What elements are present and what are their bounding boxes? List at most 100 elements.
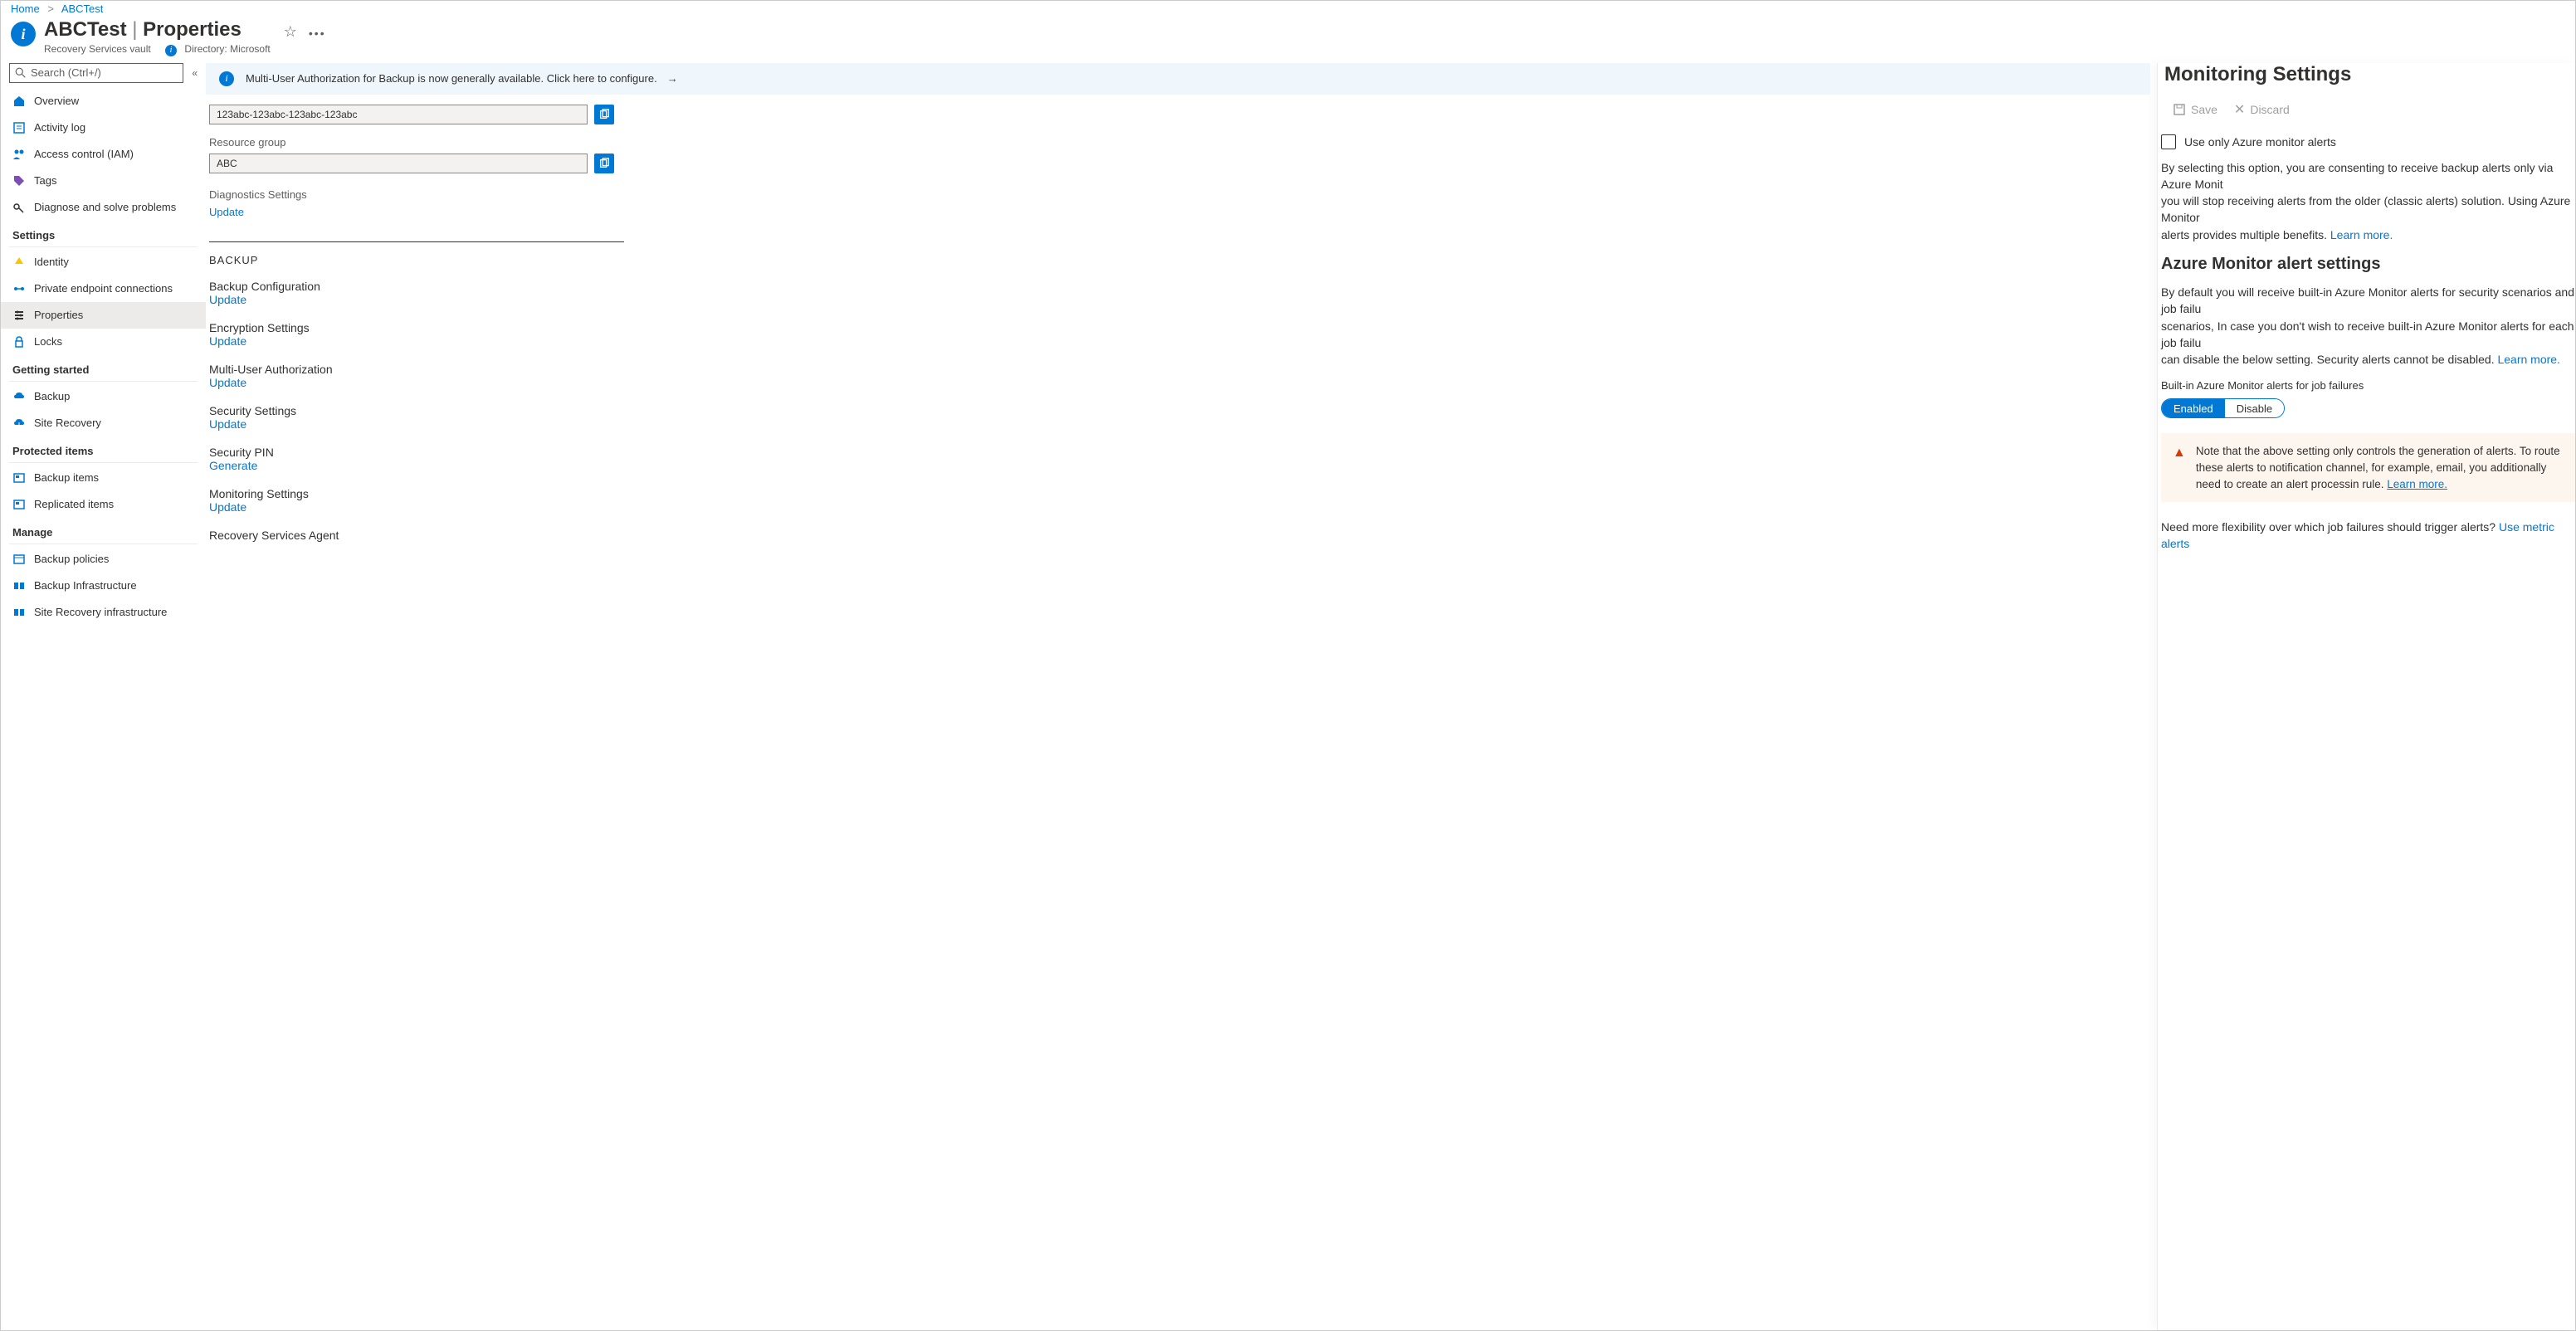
panel-footer-text: Need more flexibility over which job fai… xyxy=(2161,519,2575,553)
nav-backup-infra[interactable]: Backup Infrastructure xyxy=(1,573,206,599)
arrow-right-icon: → xyxy=(667,72,678,85)
overview-icon xyxy=(12,95,26,108)
text: scenarios, In case you don't wish to rec… xyxy=(2161,319,2574,349)
nav-replicated-items[interactable]: Replicated items xyxy=(1,491,206,518)
nav-divider xyxy=(9,381,198,382)
nav-access-control[interactable]: Access control (IAM) xyxy=(1,141,206,168)
discard-button[interactable]: ✕ Discard xyxy=(2234,101,2290,118)
search-input[interactable]: Search (Ctrl+/) xyxy=(9,63,183,83)
nav-label: Private endpoint connections xyxy=(34,282,173,295)
nav-label: Overview xyxy=(34,95,79,107)
title-page: Properties xyxy=(143,18,242,41)
info-icon: i xyxy=(219,71,234,86)
toggle-disable[interactable]: Disable xyxy=(2225,399,2284,417)
copy-button[interactable] xyxy=(594,154,614,173)
nav-backup-policies[interactable]: Backup policies xyxy=(1,546,206,573)
breadcrumb: Home > ABCTest xyxy=(1,1,2575,18)
panel-title: Monitoring Settings xyxy=(2158,63,2575,96)
backup-policies-icon xyxy=(12,553,26,566)
replicated-items-icon xyxy=(12,498,26,511)
search-placeholder: Search (Ctrl+/) xyxy=(31,66,101,79)
warning-box: ▲ Note that the above setting only contr… xyxy=(2161,433,2575,502)
nav-private-endpoint[interactable]: Private endpoint connections xyxy=(1,275,206,302)
nav-site-recovery[interactable]: Site Recovery xyxy=(1,410,206,436)
backup-section-header: BACKUP xyxy=(209,254,837,266)
main-content: i Multi-User Authorization for Backup is… xyxy=(206,63,2157,1331)
nav-label: Properties xyxy=(34,309,83,321)
subtitle-type: Recovery Services vault xyxy=(44,43,151,55)
nav-header-protected: Protected items xyxy=(1,436,206,461)
banner-text: Multi-User Authorization for Backup is n… xyxy=(246,72,657,85)
copy-button[interactable] xyxy=(594,105,614,124)
save-button[interactable]: Save xyxy=(2173,103,2217,116)
nav-locks[interactable]: Locks xyxy=(1,329,206,355)
nav-site-recovery-infra[interactable]: Site Recovery infrastructure xyxy=(1,599,206,626)
property-action-link[interactable]: Update xyxy=(209,500,246,514)
property-title: Security PIN xyxy=(209,446,837,459)
favorite-star-icon[interactable]: ☆ xyxy=(284,23,297,41)
use-only-azure-monitor-checkbox[interactable] xyxy=(2161,134,2176,149)
diag-update-link[interactable]: Update xyxy=(209,206,244,218)
lock-icon xyxy=(12,335,26,349)
property-action-link[interactable]: Update xyxy=(209,293,246,306)
copy-icon xyxy=(598,109,610,120)
learn-more-link[interactable]: Learn more. xyxy=(2497,353,2559,366)
page-subtitle: Recovery Services vault i Directory: Mic… xyxy=(44,43,271,56)
resource-id-field[interactable]: 123abc-123abc-123abc-123abc xyxy=(209,105,588,124)
nav-label: Diagnose and solve problems xyxy=(34,201,176,213)
property-action-link[interactable]: Update xyxy=(209,376,246,389)
save-icon xyxy=(2173,103,2186,116)
search-icon xyxy=(15,67,26,78)
nav-header-settings: Settings xyxy=(1,221,206,245)
nav-header-getting-started: Getting started xyxy=(1,355,206,379)
nav-label: Site Recovery infrastructure xyxy=(34,606,167,618)
nav-tags[interactable]: Tags xyxy=(1,168,206,194)
copy-icon xyxy=(598,158,610,169)
nav-activity-log[interactable]: Activity log xyxy=(1,115,206,141)
info-banner[interactable]: i Multi-User Authorization for Backup is… xyxy=(206,63,2150,95)
backup-infra-icon xyxy=(12,579,26,592)
backup-icon xyxy=(12,390,26,403)
info-icon[interactable]: i xyxy=(165,45,177,56)
nav-label: Backup items xyxy=(34,471,99,484)
nav-label: Replicated items xyxy=(34,498,114,510)
job-failures-toggle[interactable]: Enabled Disable xyxy=(2161,398,2285,418)
property-action-link[interactable]: Update xyxy=(209,334,246,348)
nav-label: Access control (IAM) xyxy=(34,148,134,160)
nav-label: Tags xyxy=(34,174,56,187)
property-title: Security Settings xyxy=(209,404,837,417)
learn-more-link[interactable]: Learn more. xyxy=(2387,478,2447,490)
tags-icon xyxy=(12,174,26,188)
backup-items-icon xyxy=(12,471,26,485)
nav-backup[interactable]: Backup xyxy=(1,383,206,410)
text: By default you will receive built-in Azu… xyxy=(2161,285,2574,315)
site-recovery-icon xyxy=(12,417,26,430)
nav-label: Activity log xyxy=(34,121,85,134)
resource-group-field[interactable]: ABC xyxy=(209,154,588,173)
activity-log-icon xyxy=(12,121,26,134)
title-name: ABCTest xyxy=(44,18,127,41)
text: alerts provides multiple benefits. xyxy=(2161,228,2330,241)
nav-label: Backup Infrastructure xyxy=(34,579,137,592)
learn-more-link[interactable]: Learn more. xyxy=(2330,228,2393,241)
breadcrumb-home[interactable]: Home xyxy=(11,2,40,15)
diagnose-icon xyxy=(12,201,26,214)
nav-divider xyxy=(9,462,198,463)
page-header: i ABCTest | Properties Recovery Services… xyxy=(1,18,2575,63)
save-label: Save xyxy=(2191,103,2217,116)
nav-overview[interactable]: Overview xyxy=(1,88,206,115)
more-menu-icon[interactable]: ••• xyxy=(309,27,326,40)
nav-identity[interactable]: Identity xyxy=(1,249,206,275)
collapse-sidebar-icon[interactable]: « xyxy=(192,67,198,79)
nav-label: Identity xyxy=(34,256,69,268)
nav-diagnose[interactable]: Diagnose and solve problems xyxy=(1,194,206,221)
nav-backup-items[interactable]: Backup items xyxy=(1,465,206,491)
nav-properties[interactable]: Properties xyxy=(1,302,206,329)
text: can disable the below setting. Security … xyxy=(2161,353,2497,366)
property-action-link[interactable]: Update xyxy=(209,417,246,431)
breadcrumb-current[interactable]: ABCTest xyxy=(61,2,104,15)
breadcrumb-sep: > xyxy=(47,2,54,15)
property-action-link[interactable]: Generate xyxy=(209,459,257,472)
toggle-enabled[interactable]: Enabled xyxy=(2162,399,2225,417)
private-endpoint-icon xyxy=(12,282,26,295)
